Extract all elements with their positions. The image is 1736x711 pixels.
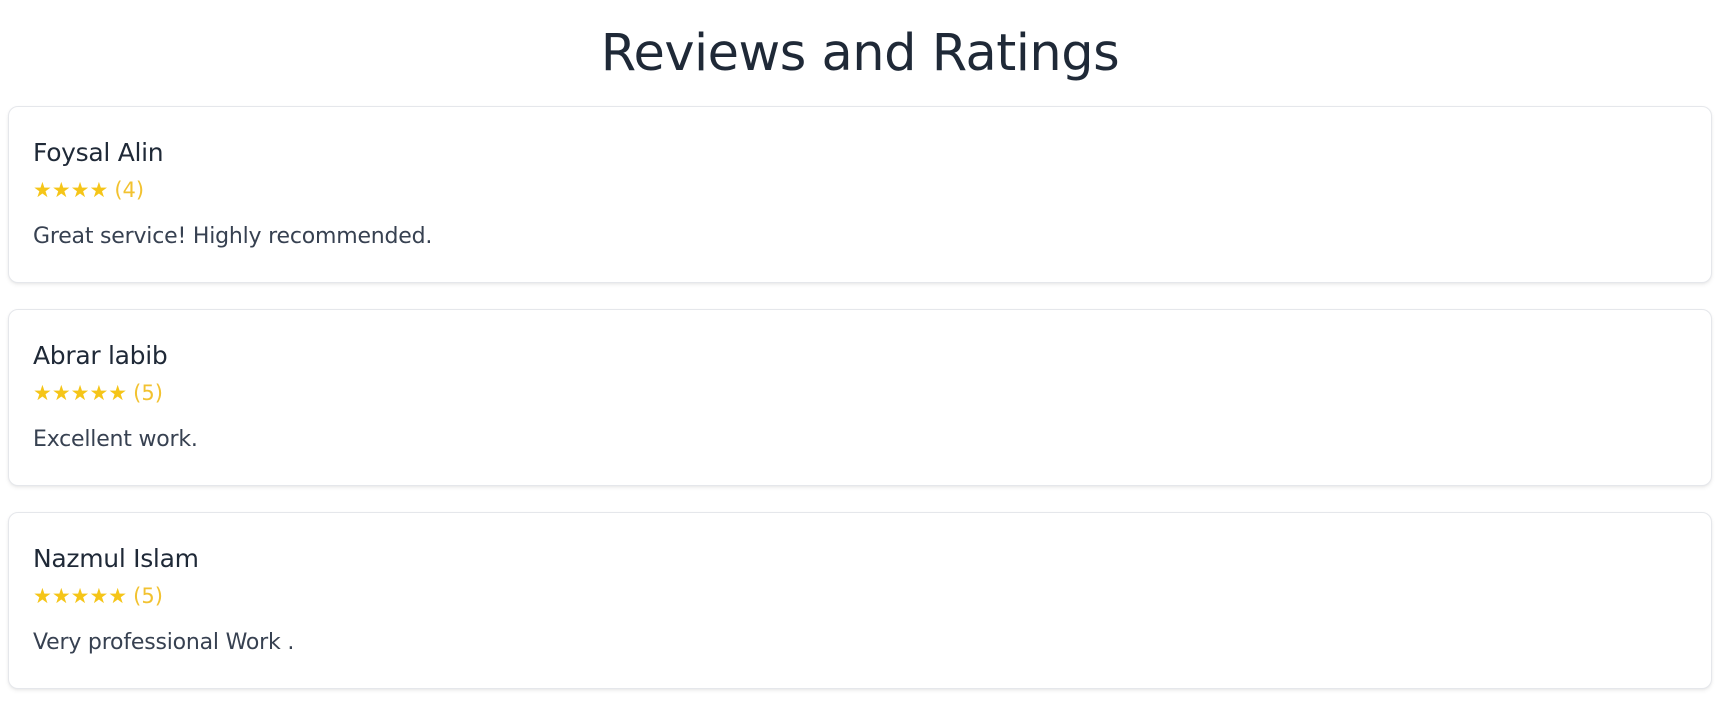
star-rating-icons: ★★★★★ <box>33 584 128 608</box>
review-comment: Excellent work. <box>33 427 198 452</box>
reviewer-name: Nazmul Islam <box>33 544 199 573</box>
rating: ★★★★★ (5) <box>33 379 1687 407</box>
reviewer-name: Abrar labib <box>33 341 168 370</box>
review-comment: Great service! Highly recommended. <box>33 224 433 249</box>
review-comment: Very professional Work . <box>33 630 295 655</box>
page-title: Reviews and Ratings <box>600 24 1120 83</box>
rating-count: (5) <box>133 584 163 608</box>
reviewer-name: Foysal Alin <box>33 138 164 167</box>
rating-count: (5) <box>133 381 163 405</box>
review-card: Foysal Alin ★★★★ (4) Great service! Highl… <box>8 106 1712 283</box>
star-rating-icons: ★★★★★ <box>33 381 128 405</box>
star-rating-icons: ★★★★ <box>33 178 109 202</box>
rating: ★★★★★ (5) <box>33 582 1687 610</box>
reviews-list: Foysal Alin ★★★★ (4) Great service! Highl… <box>8 106 1712 711</box>
review-card: Nazmul Islam ★★★★★ (5) Very professional … <box>8 512 1712 689</box>
rating-count: (4) <box>114 178 145 202</box>
review-card: Abrar labib ★★★★★ (5) Excellent work. <box>8 309 1712 486</box>
rating: ★★★★ (4) <box>33 176 1687 204</box>
